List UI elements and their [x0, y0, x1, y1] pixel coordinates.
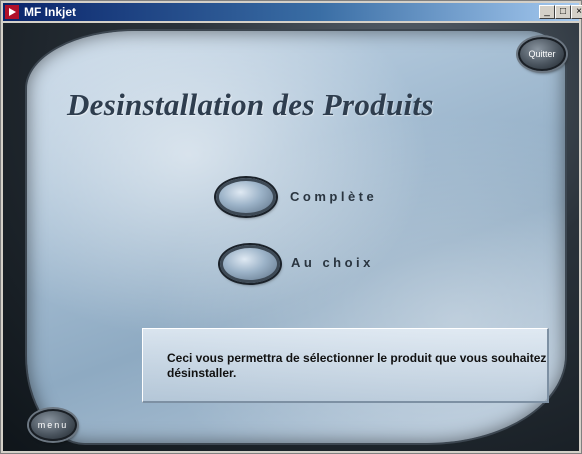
info-panel: Ceci vous permettra de sélectionner le p… — [142, 328, 549, 403]
custom-option-label[interactable]: Au choix — [291, 255, 374, 270]
maximize-button[interactable]: □ — [555, 5, 571, 19]
complete-option-button[interactable] — [216, 178, 276, 216]
complete-option-label[interactable]: Complète — [290, 189, 377, 204]
title-bar[interactable]: MF Inkjet _ □ × — [3, 3, 582, 21]
quit-button[interactable]: Quitter — [518, 37, 566, 71]
window-title: MF Inkjet — [24, 5, 77, 19]
menu-button[interactable]: menu — [29, 409, 77, 441]
custom-option-button[interactable] — [220, 245, 280, 283]
client-area: Desinstallation des Produits Complète Au… — [3, 23, 579, 451]
info-text: Ceci vous permettra de sélectionner le p… — [167, 351, 547, 380]
app-play-icon — [5, 5, 19, 19]
minimize-button[interactable]: _ — [539, 5, 555, 19]
app-window: MF Inkjet _ □ × Desinstallation des Prod… — [0, 0, 582, 454]
page-title: Desinstallation des Produits — [67, 87, 434, 122]
close-button[interactable]: × — [571, 5, 582, 19]
